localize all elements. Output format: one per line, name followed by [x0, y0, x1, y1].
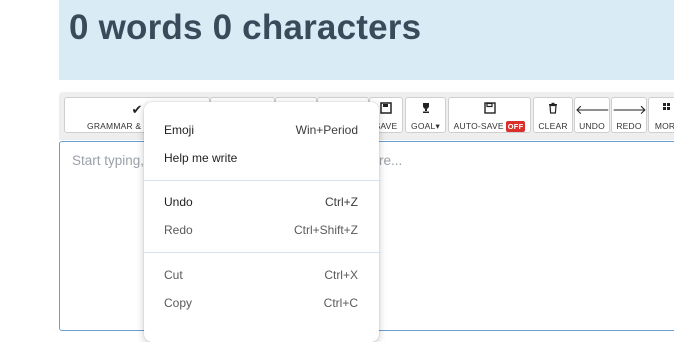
placeholder-end: re...: [379, 153, 403, 168]
grid-icon: [649, 102, 674, 118]
menu-item-shortcut: Ctrl+C: [323, 296, 358, 310]
placeholder-start: Start typing,: [72, 153, 145, 168]
context-menu-item-copy[interactable]: Copy Ctrl+C: [144, 289, 379, 317]
menu-item-shortcut: Ctrl+X: [324, 268, 358, 282]
word-count-header: 0 words 0 characters: [59, 0, 674, 80]
trophy-icon: [406, 102, 445, 118]
goal-button[interactable]: GOAL▾: [405, 97, 446, 133]
arrow-right-icon: 🡒: [612, 102, 647, 117]
arrow-left-icon: 🡐: [575, 102, 610, 117]
undo-button[interactable]: 🡐 UNDO: [574, 97, 610, 133]
menu-item-label: Cut: [164, 268, 183, 282]
caret-down-icon: ▾: [435, 121, 440, 131]
menu-separator: [144, 180, 379, 181]
word-character-count: 0 words 0 characters: [69, 8, 422, 47]
menu-item-label: Emoji: [164, 123, 195, 137]
context-menu: Emoji Win+Period Help me write Undo Ctrl…: [144, 102, 379, 342]
clear-label: CLEAR: [538, 121, 568, 131]
auto-save-status-badge: OFF: [505, 121, 526, 132]
menu-item-shortcut: Win+Period: [295, 123, 358, 137]
context-menu-item-undo[interactable]: Undo Ctrl+Z: [144, 188, 379, 216]
editor-placeholder: Start typing, re...: [72, 153, 402, 168]
context-menu-item-redo[interactable]: Redo Ctrl+Shift+Z: [144, 216, 379, 244]
trash-icon: [534, 102, 572, 118]
context-menu-item-emoji[interactable]: Emoji Win+Period: [144, 116, 379, 144]
menu-separator: [144, 252, 379, 253]
auto-save-button[interactable]: AUTO-SAVE OFF: [448, 97, 531, 133]
menu-item-label: Undo: [164, 195, 193, 209]
redo-label: REDO: [616, 121, 642, 131]
clear-button[interactable]: CLEAR: [533, 97, 573, 133]
menu-item-label: Redo: [164, 223, 193, 237]
context-menu-item-help-me-write[interactable]: Help me write: [144, 144, 379, 172]
more-button[interactable]: MORE: [648, 97, 674, 133]
auto-save-label: AUTO-SAVE: [453, 121, 504, 131]
menu-item-shortcut: Ctrl+Z: [325, 195, 358, 209]
menu-item-label: Help me write: [164, 151, 238, 165]
menu-item-shortcut: Ctrl+Shift+Z: [293, 223, 358, 237]
goal-label: GOAL: [411, 121, 436, 131]
more-label: MORE: [654, 121, 674, 131]
context-menu-item-cut[interactable]: Cut Ctrl+X: [144, 261, 379, 289]
undo-label: UNDO: [579, 121, 605, 131]
menu-item-label: Copy: [164, 296, 193, 310]
redo-button[interactable]: 🡒 REDO: [611, 97, 647, 133]
floppy-icon: [449, 102, 530, 118]
